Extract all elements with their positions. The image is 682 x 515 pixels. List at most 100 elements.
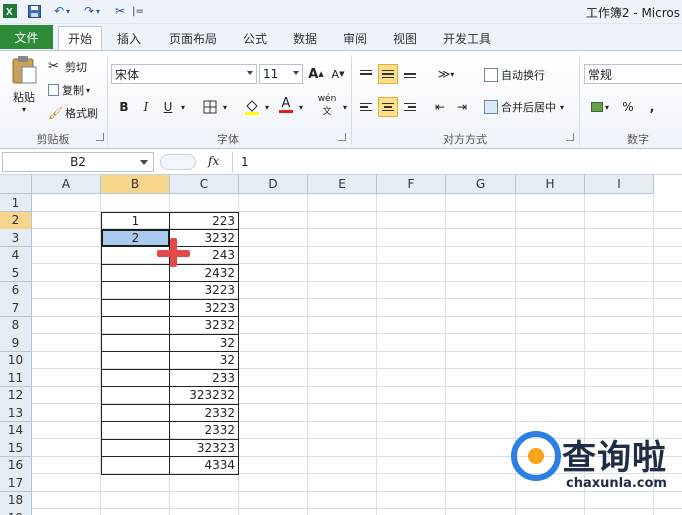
cell-b15[interactable] <box>101 439 170 457</box>
row-header-6[interactable]: 6 <box>0 281 32 300</box>
row-header-2[interactable]: 2 <box>0 211 32 230</box>
row-header-10[interactable]: 10 <box>0 351 32 370</box>
row-header-14[interactable]: 14 <box>0 421 32 440</box>
row-header-11[interactable]: 11 <box>0 369 32 387</box>
alignment-launcher-icon[interactable] <box>566 133 574 141</box>
row-header-8[interactable]: 8 <box>0 316 32 335</box>
tab-page-layout[interactable]: 页面布局 <box>160 26 226 50</box>
cell-c10[interactable]: 32 <box>170 351 239 370</box>
cell-b14[interactable] <box>101 421 170 440</box>
italic-button[interactable]: I <box>136 97 156 117</box>
column-header-h[interactable]: H <box>516 175 585 194</box>
column-header-f[interactable]: F <box>377 175 446 194</box>
cell-c6[interactable]: 3223 <box>170 281 239 300</box>
cell-b16[interactable] <box>101 456 170 475</box>
save-icon[interactable] <box>26 3 42 19</box>
orientation-button[interactable]: ≫ ▾ <box>432 64 460 84</box>
grow-font-button[interactable]: A ▲ <box>306 64 326 84</box>
paste-button[interactable]: 粘贴 ▾ <box>6 55 42 114</box>
font-color-dropdown-icon[interactable]: ▾ <box>296 97 306 117</box>
cell-b3[interactable]: 2 <box>101 229 170 247</box>
underline-dropdown-icon[interactable]: ▾ <box>178 97 188 117</box>
align-center-button[interactable] <box>378 97 398 117</box>
cell-c3[interactable]: 3232 <box>170 229 239 247</box>
undo-icon[interactable]: ↶ ▾ <box>50 3 74 19</box>
formula-bar-splitter[interactable] <box>160 154 196 170</box>
row-header-19[interactable]: 19 <box>0 509 32 515</box>
insert-function-icon[interactable]: fx <box>208 154 219 168</box>
tab-file[interactable]: 文件 <box>0 25 53 49</box>
tab-data[interactable]: 数据 <box>284 26 326 50</box>
fill-color-button[interactable] <box>242 97 262 117</box>
bold-button[interactable]: B <box>114 97 134 117</box>
borders-button[interactable] <box>200 97 220 117</box>
align-bottom-button[interactable] <box>400 64 420 84</box>
row-header-15[interactable]: 15 <box>0 439 32 457</box>
tab-home[interactable]: 开始 <box>58 26 102 50</box>
name-box[interactable]: B2 <box>2 152 154 172</box>
column-header-e[interactable]: E <box>308 175 377 194</box>
align-top-button[interactable] <box>356 64 376 84</box>
phonetic-dropdown-icon[interactable]: ▾ <box>340 97 350 117</box>
cell-c7[interactable]: 3223 <box>170 299 239 317</box>
cell-b10[interactable] <box>101 351 170 370</box>
cell-b5[interactable] <box>101 264 170 282</box>
cell-b7[interactable] <box>101 299 170 317</box>
row-header-9[interactable]: 9 <box>0 334 32 352</box>
comma-style-button[interactable]: , <box>642 97 662 117</box>
shrink-font-button[interactable]: A ▼ <box>328 64 348 84</box>
copy-button[interactable]: 复制 ▾ <box>48 82 90 98</box>
cell-c14[interactable]: 2332 <box>170 421 239 440</box>
cell-c5[interactable]: 2432 <box>170 264 239 282</box>
decrease-indent-button[interactable]: ⇤ <box>430 97 450 117</box>
column-header-g[interactable]: G <box>446 175 516 194</box>
column-header-d[interactable]: D <box>239 175 308 194</box>
cell-c9[interactable]: 32 <box>170 334 239 352</box>
redo-icon[interactable]: ↷ ▾ <box>80 3 104 19</box>
tab-review[interactable]: 审阅 <box>334 26 376 50</box>
row-header-16[interactable]: 16 <box>0 456 32 475</box>
cell-b13[interactable] <box>101 404 170 422</box>
select-all-corner[interactable] <box>0 175 32 194</box>
align-middle-button[interactable] <box>378 64 398 84</box>
column-header-c[interactable]: C <box>170 175 239 194</box>
increase-indent-button[interactable]: ⇥ <box>452 97 472 117</box>
borders-dropdown-icon[interactable]: ▾ <box>220 97 230 117</box>
font-color-button[interactable]: A <box>276 95 296 115</box>
column-header-a[interactable]: A <box>32 175 101 194</box>
tab-formulas[interactable]: 公式 <box>234 26 276 50</box>
merge-center-button[interactable]: 合并后居中 ▾ <box>484 99 564 115</box>
align-left-button[interactable] <box>356 97 376 117</box>
customize-quick-access-icon[interactable]: |= <box>132 3 144 19</box>
phonetic-button[interactable]: wén 文 <box>314 94 340 117</box>
cell-b2[interactable]: 1 <box>101 211 170 230</box>
wrap-text-button[interactable]: 自动换行 <box>484 67 545 83</box>
cell-b8[interactable] <box>101 316 170 335</box>
cell-c15[interactable]: 32323 <box>170 439 239 457</box>
cell-c16[interactable]: 4334 <box>170 456 239 475</box>
font-size-select[interactable]: 11 <box>259 64 303 84</box>
row-header-18[interactable]: 18 <box>0 491 32 510</box>
cell-c12[interactable]: 323232 <box>170 386 239 405</box>
cell-b9[interactable] <box>101 334 170 352</box>
tab-insert[interactable]: 插入 <box>108 26 150 50</box>
accounting-format-button[interactable]: ▾ <box>586 97 614 117</box>
cell-c13[interactable]: 2332 <box>170 404 239 422</box>
fill-color-dropdown-icon[interactable]: ▾ <box>262 97 272 117</box>
formula-input[interactable]: 1 <box>232 152 680 172</box>
font-launcher-icon[interactable] <box>338 133 346 141</box>
format-painter-button[interactable]: 🖌 格式刷 <box>48 105 98 121</box>
row-header-17[interactable]: 17 <box>0 474 32 492</box>
row-header-7[interactable]: 7 <box>0 299 32 317</box>
number-format-select[interactable]: 常规 <box>584 64 682 84</box>
underline-button[interactable]: U <box>158 97 178 117</box>
row-header-3[interactable]: 3 <box>0 229 32 247</box>
clipboard-launcher-icon[interactable] <box>96 133 104 141</box>
column-header-b[interactable]: B <box>101 175 170 194</box>
tab-view[interactable]: 视图 <box>384 26 426 50</box>
cell-b12[interactable] <box>101 386 170 405</box>
row-header-5[interactable]: 5 <box>0 264 32 282</box>
cut-button[interactable]: ✂ 剪切 <box>48 59 87 75</box>
row-header-4[interactable]: 4 <box>0 246 32 265</box>
cell-c11[interactable]: 233 <box>170 369 239 387</box>
